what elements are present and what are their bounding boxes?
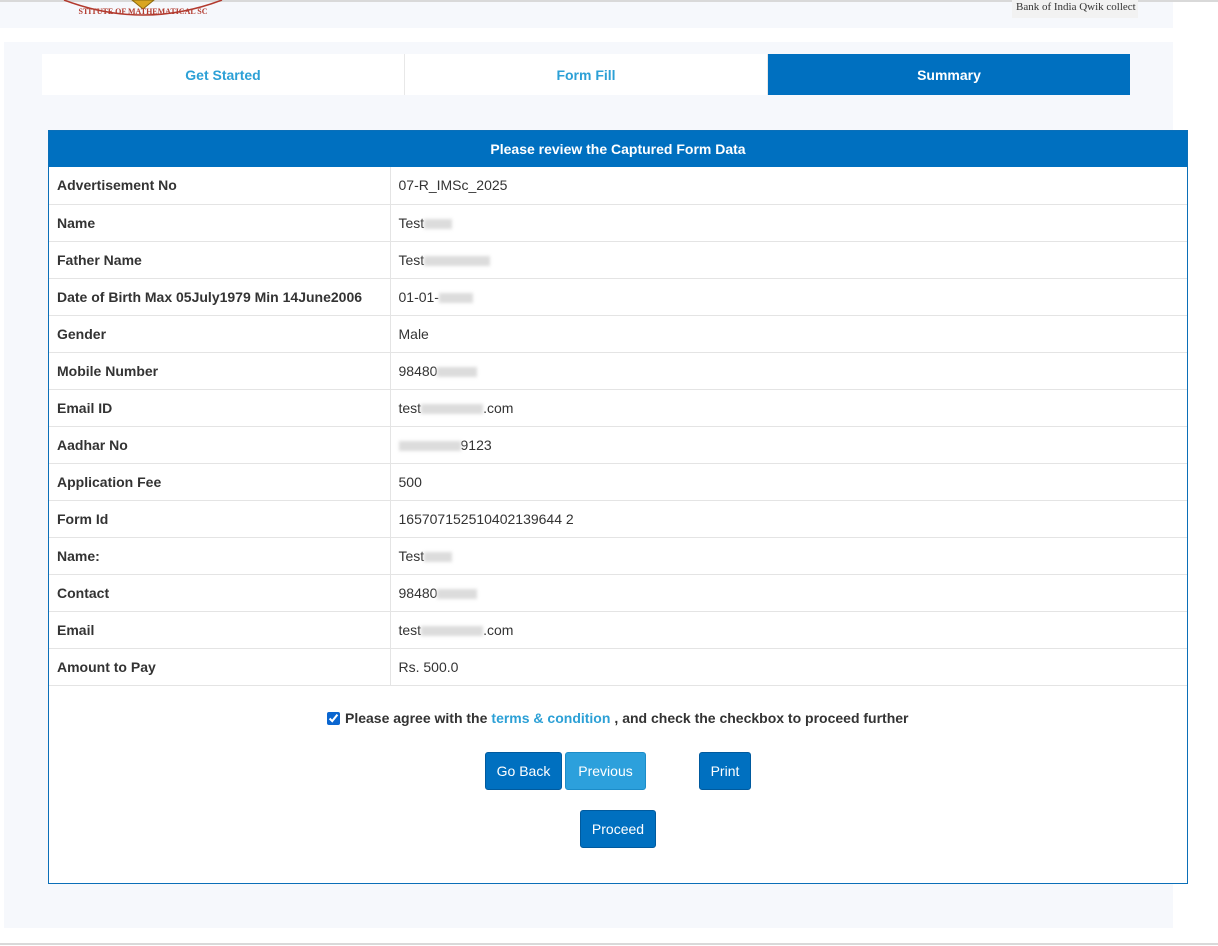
row-value: 98480: [390, 574, 1187, 612]
redacted-text: [398, 440, 461, 451]
row-value: 500: [390, 463, 1187, 501]
previous-label: Previous: [578, 763, 633, 779]
table-row: Name: Test: [49, 537, 1187, 575]
row-label: Form Id: [49, 500, 391, 538]
table-row: Advertisement No 07-R_IMSc_2025: [49, 167, 1187, 205]
row-value-text: Test: [398, 547, 425, 564]
table-row: Application Fee 500: [49, 463, 1187, 501]
row-label: Amount to Pay: [49, 648, 391, 686]
row-value-text: Test: [398, 251, 425, 268]
row-label: Email ID: [49, 389, 391, 427]
wizard-steps: Get Started Form Fill Summary: [42, 54, 1130, 95]
tab-form-fill[interactable]: Form Fill: [405, 54, 768, 95]
agreement-prefix: Please agree with the: [345, 710, 488, 726]
row-value-text: 9123: [460, 436, 492, 453]
row-value: Rs. 500.0: [390, 648, 1187, 686]
row-label: Father Name: [49, 241, 391, 279]
proceed-button[interactable]: Proceed: [580, 810, 656, 848]
redacted-text: [424, 551, 453, 562]
row-value-suffix: .com: [483, 399, 514, 416]
row-value-text: 165707152510402139644 2: [398, 510, 574, 527]
row-value: 98480: [390, 352, 1187, 390]
row-value-text: Male: [398, 325, 429, 342]
row-value: 165707152510402139644 2: [390, 500, 1187, 538]
row-label: Gender: [49, 315, 391, 353]
row-label: Email: [49, 611, 391, 649]
row-value-text: 01-01-: [398, 288, 439, 305]
table-row: Mobile Number 98480: [49, 352, 1187, 390]
redacted-text: [437, 588, 478, 599]
terms-agreement: Please agree with the terms & condition …: [327, 708, 909, 728]
redacted-text: [421, 403, 484, 414]
agreement-suffix: , and check the checkbox to proceed furt…: [614, 710, 909, 726]
table-row: Amount to Pay Rs. 500.0: [49, 648, 1187, 686]
row-value-text: Rs. 500.0: [398, 658, 459, 675]
table-row: Aadhar No 9123: [49, 426, 1187, 464]
row-value: Test: [390, 204, 1187, 242]
bank-logo-text: Bank of India Qwik collect: [1016, 1, 1136, 13]
redacted-text: [437, 366, 478, 377]
row-label: Advertisement No: [49, 167, 391, 205]
row-value: test .com: [390, 611, 1187, 649]
redacted-text: [421, 625, 484, 636]
row-label: Name: [49, 204, 391, 242]
terms-link[interactable]: terms & condition: [491, 710, 610, 726]
row-value-text: 98480: [398, 584, 438, 601]
row-value-text: test: [398, 399, 422, 416]
tab-label: Summary: [917, 66, 981, 83]
redacted-text: [438, 292, 473, 303]
print-label: Print: [710, 763, 740, 779]
redacted-text: [424, 255, 491, 266]
row-value-text: Test: [398, 214, 425, 231]
institute-seal-icon: STITUTE OF MATHEMATICAL SC: [63, 0, 223, 16]
tab-label: Form Fill: [556, 66, 616, 83]
review-title-text: Please review the Captured Form Data: [490, 141, 746, 157]
row-label: Contact: [49, 574, 391, 612]
row-value-suffix: .com: [483, 621, 514, 638]
table-row: Form Id 165707152510402139644 2: [49, 500, 1187, 538]
tab-summary[interactable]: Summary: [768, 54, 1130, 95]
table-row: Email test .com: [49, 611, 1187, 649]
tab-get-started[interactable]: Get Started: [42, 54, 405, 95]
terms-checkbox[interactable]: [327, 711, 340, 725]
row-value: Test: [390, 537, 1187, 575]
row-value-text: 500: [398, 473, 422, 490]
institute-logo: STITUTE OF MATHEMATICAL SC: [62, 0, 224, 22]
table-row: Father Name Test: [49, 241, 1187, 279]
row-value: Male: [390, 315, 1187, 353]
table-row: Date of Birth Max 05July1979 Min 14June2…: [49, 278, 1187, 316]
row-label: Name:: [49, 537, 391, 575]
row-value-text: 98480: [398, 362, 438, 379]
row-label: Mobile Number: [49, 352, 391, 390]
redacted-text: [424, 218, 453, 229]
row-value: test .com: [390, 389, 1187, 427]
row-label: Application Fee: [49, 463, 391, 501]
tab-label: Get Started: [185, 66, 261, 83]
review-card: Please review the Captured Form Data Adv…: [48, 130, 1188, 884]
row-value-text: 07-R_IMSc_2025: [398, 177, 508, 194]
table-row: Contact 98480: [49, 574, 1187, 612]
bank-logo: Bank of India Qwik collect: [1012, 0, 1138, 18]
logo-arc-text: STITUTE OF MATHEMATICAL SC: [79, 7, 208, 16]
previous-button[interactable]: Previous: [565, 752, 646, 790]
go-back-label: Go Back: [496, 763, 551, 779]
go-back-button[interactable]: Go Back: [485, 752, 562, 790]
review-table: Advertisement No 07-R_IMSc_2025 Name Tes…: [49, 167, 1187, 686]
row-label: Aadhar No: [49, 426, 391, 464]
row-value: 9123: [390, 426, 1187, 464]
row-value: Test: [390, 241, 1187, 279]
table-row: Name Test: [49, 204, 1187, 242]
print-button[interactable]: Print: [699, 752, 751, 790]
row-value: 07-R_IMSc_2025: [390, 167, 1187, 205]
table-row: Gender Male: [49, 315, 1187, 353]
proceed-label: Proceed: [591, 821, 645, 837]
row-label: Date of Birth Max 05July1979 Min 14June2…: [49, 278, 391, 316]
bottom-border: [0, 943, 1218, 945]
table-row: Email ID test .com: [49, 389, 1187, 427]
row-value-text: test: [398, 621, 422, 638]
review-title: Please review the Captured Form Data: [49, 131, 1187, 167]
row-value: 01-01-: [390, 278, 1187, 316]
